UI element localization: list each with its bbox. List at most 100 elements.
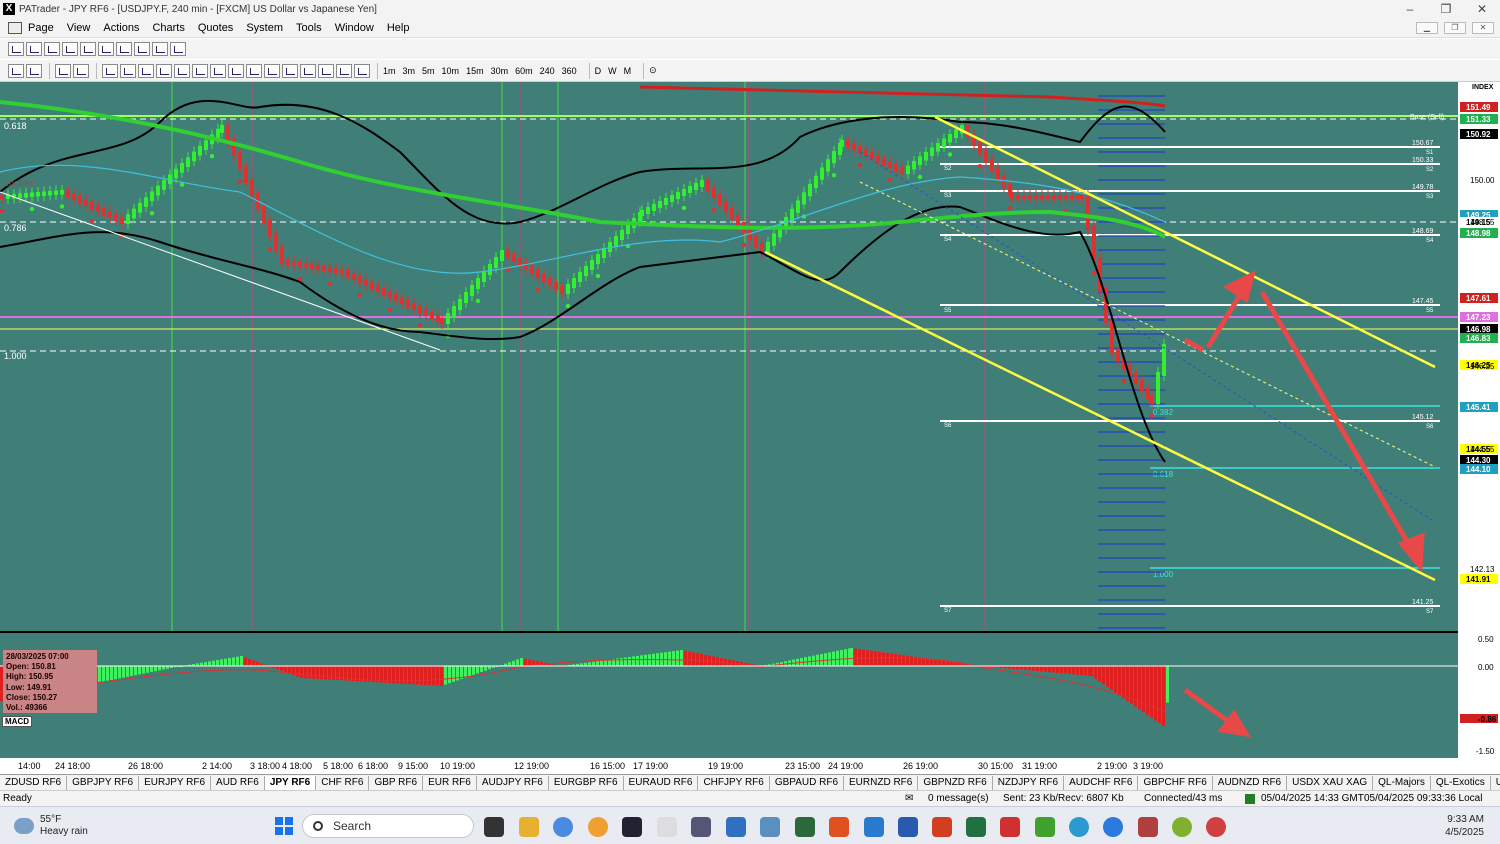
symbol-tab[interactable]: QL-Majors	[1373, 775, 1431, 790]
mdi-minimize-button[interactable]: ▁	[1416, 22, 1438, 34]
task-view-icon[interactable]	[484, 817, 504, 837]
symbol-tab[interactable]: GBPNZD RF6	[918, 775, 993, 790]
symbol-tab[interactable]: AUDJPY RF6	[477, 775, 549, 790]
symbol-tab[interactable]: CHF RF6	[316, 775, 370, 790]
cycle-icon[interactable]	[264, 63, 280, 78]
symbol-tab[interactable]: EURNZD RF6	[844, 775, 919, 790]
timeframe-5m[interactable]: 5m	[422, 66, 435, 76]
app-icon-green[interactable]	[1035, 817, 1055, 837]
more-tools-icon[interactable]	[354, 63, 370, 78]
taskbar-search[interactable]: Search	[302, 814, 474, 838]
renko-icon[interactable]	[116, 42, 132, 56]
maximize-button[interactable]: ❐	[1428, 0, 1464, 18]
hlc-chart-icon[interactable]	[44, 42, 60, 56]
linebreak-icon[interactable]	[152, 42, 168, 56]
timeframe-m[interactable]: M	[624, 66, 632, 76]
speed-lines-icon[interactable]	[336, 63, 352, 78]
macd-pane[interactable]	[0, 633, 1458, 758]
bar-chart-icon[interactable]	[8, 42, 24, 56]
indicator-icon[interactable]	[55, 63, 71, 78]
gann-icon[interactable]	[246, 63, 262, 78]
timeframe-w[interactable]: W	[608, 66, 617, 76]
vertical-line-icon[interactable]	[138, 63, 154, 78]
chrome-icon[interactable]	[553, 817, 573, 837]
clock-icon[interactable]: ⊙	[649, 65, 657, 76]
powerpoint-icon[interactable]	[932, 817, 952, 837]
close-button[interactable]: ✕	[1464, 0, 1500, 18]
mdi-restore-button[interactable]: ❐	[1444, 22, 1466, 34]
start-button[interactable]	[275, 817, 293, 835]
trendline-icon[interactable]	[156, 63, 172, 78]
fib-projection-icon[interactable]	[228, 63, 244, 78]
mail-icon[interactable]: ✉	[905, 793, 913, 804]
symbol-tab[interactable]: USDX	[1491, 776, 1500, 790]
symbol-tab[interactable]: NZDJPY RF6	[993, 775, 1065, 790]
zoom-icon[interactable]	[1103, 817, 1123, 837]
app-icon-red[interactable]	[1000, 817, 1020, 837]
symbol-tab[interactable]: GBPCHF RF6	[1138, 775, 1213, 790]
symbol-tab[interactable]: EURAUD RF6	[624, 775, 699, 790]
symbol-tab[interactable]: CHFJPY RF6	[698, 775, 770, 790]
timeframe-3m[interactable]: 3m	[403, 66, 416, 76]
menu-system[interactable]: System	[246, 22, 283, 34]
buy-icon[interactable]	[8, 63, 24, 78]
timeframe-360[interactable]: 360	[562, 66, 577, 76]
timeframe-60m[interactable]: 60m	[515, 66, 533, 76]
app-icon-s-orange[interactable]	[829, 817, 849, 837]
timeframe-10m[interactable]: 10m	[442, 66, 460, 76]
word-icon[interactable]	[898, 817, 918, 837]
weather-widget[interactable]: 55°F Heavy rain	[14, 814, 88, 838]
pitchfork-icon[interactable]	[318, 63, 334, 78]
line-chart-icon[interactable]	[62, 42, 78, 56]
mdi-close-button[interactable]: ✕	[1472, 22, 1494, 34]
telegram-icon[interactable]	[1069, 817, 1089, 837]
rectangle-icon[interactable]	[282, 63, 298, 78]
symbol-tab[interactable]: EURJPY RF6	[139, 775, 212, 790]
symbol-tab[interactable]: EUR RF6	[423, 775, 477, 790]
symbol-tab[interactable]: GBPJPY RF6	[67, 775, 140, 790]
symbol-tab[interactable]: GBPAUD RF6	[770, 775, 845, 790]
menu-tools[interactable]: Tools	[296, 22, 322, 34]
timeframe-240[interactable]: 240	[540, 66, 555, 76]
symbol-tab[interactable]: QL-Exotics	[1431, 775, 1491, 790]
fibonacci-icon[interactable]	[192, 63, 208, 78]
symbol-tab[interactable]: AUDNZD RF6	[1213, 775, 1288, 790]
minimize-button[interactable]: –	[1392, 0, 1428, 18]
timeframe-1m[interactable]: 1m	[383, 66, 396, 76]
symbol-tab[interactable]: JPY RF6	[264, 775, 317, 790]
symbol-tab[interactable]: ZDUSD RF6	[0, 775, 68, 790]
horizontal-line-icon[interactable]	[120, 63, 136, 78]
symbol-tab[interactable]: AUD RF6	[211, 775, 265, 790]
symbol-tab[interactable]: USDX XAU XAG	[1287, 775, 1374, 790]
menu-charts[interactable]: Charts	[152, 22, 184, 34]
app-icon-orange[interactable]	[588, 817, 608, 837]
chrome-icon-2[interactable]	[1206, 817, 1226, 837]
app-icon-blue[interactable]	[726, 817, 746, 837]
file-explorer-icon[interactable]	[519, 817, 539, 837]
status-messages[interactable]: 0 message(s)	[928, 793, 989, 804]
system-clock[interactable]: 9:33 AM 4/5/2025	[1445, 813, 1484, 839]
app-icon-image[interactable]	[760, 817, 780, 837]
channel-icon[interactable]	[174, 63, 190, 78]
sell-icon[interactable]	[26, 63, 42, 78]
histogram-icon[interactable]	[170, 42, 186, 56]
fib-extension-icon[interactable]	[210, 63, 226, 78]
candle-chart-icon[interactable]	[26, 42, 42, 56]
price-chart[interactable]: 0.618 0.786 1.000 Base (Sell) 150.67 150…	[0, 82, 1500, 774]
app-icon-w-green[interactable]	[1172, 817, 1192, 837]
menu-actions[interactable]: Actions	[103, 22, 139, 34]
symbol-tab[interactable]: EURGBP RF6	[549, 775, 624, 790]
menu-page[interactable]: Page	[28, 22, 54, 34]
text-tool-icon[interactable]	[300, 63, 316, 78]
chart-window[interactable]: 0.618 0.786 1.000 Base (Sell) 150.67 150…	[0, 82, 1500, 774]
area-chart-icon[interactable]	[80, 42, 96, 56]
menu-window[interactable]: Window	[335, 22, 374, 34]
crosshair-icon[interactable]	[73, 63, 89, 78]
timeframe-15m[interactable]: 15m	[466, 66, 484, 76]
calculator-icon[interactable]	[691, 817, 711, 837]
menu-view[interactable]: View	[67, 22, 91, 34]
menu-help[interactable]: Help	[387, 22, 410, 34]
mdi-icon[interactable]	[8, 21, 22, 34]
point-figure-icon[interactable]	[98, 42, 114, 56]
timeframe-d[interactable]: D	[595, 66, 602, 76]
